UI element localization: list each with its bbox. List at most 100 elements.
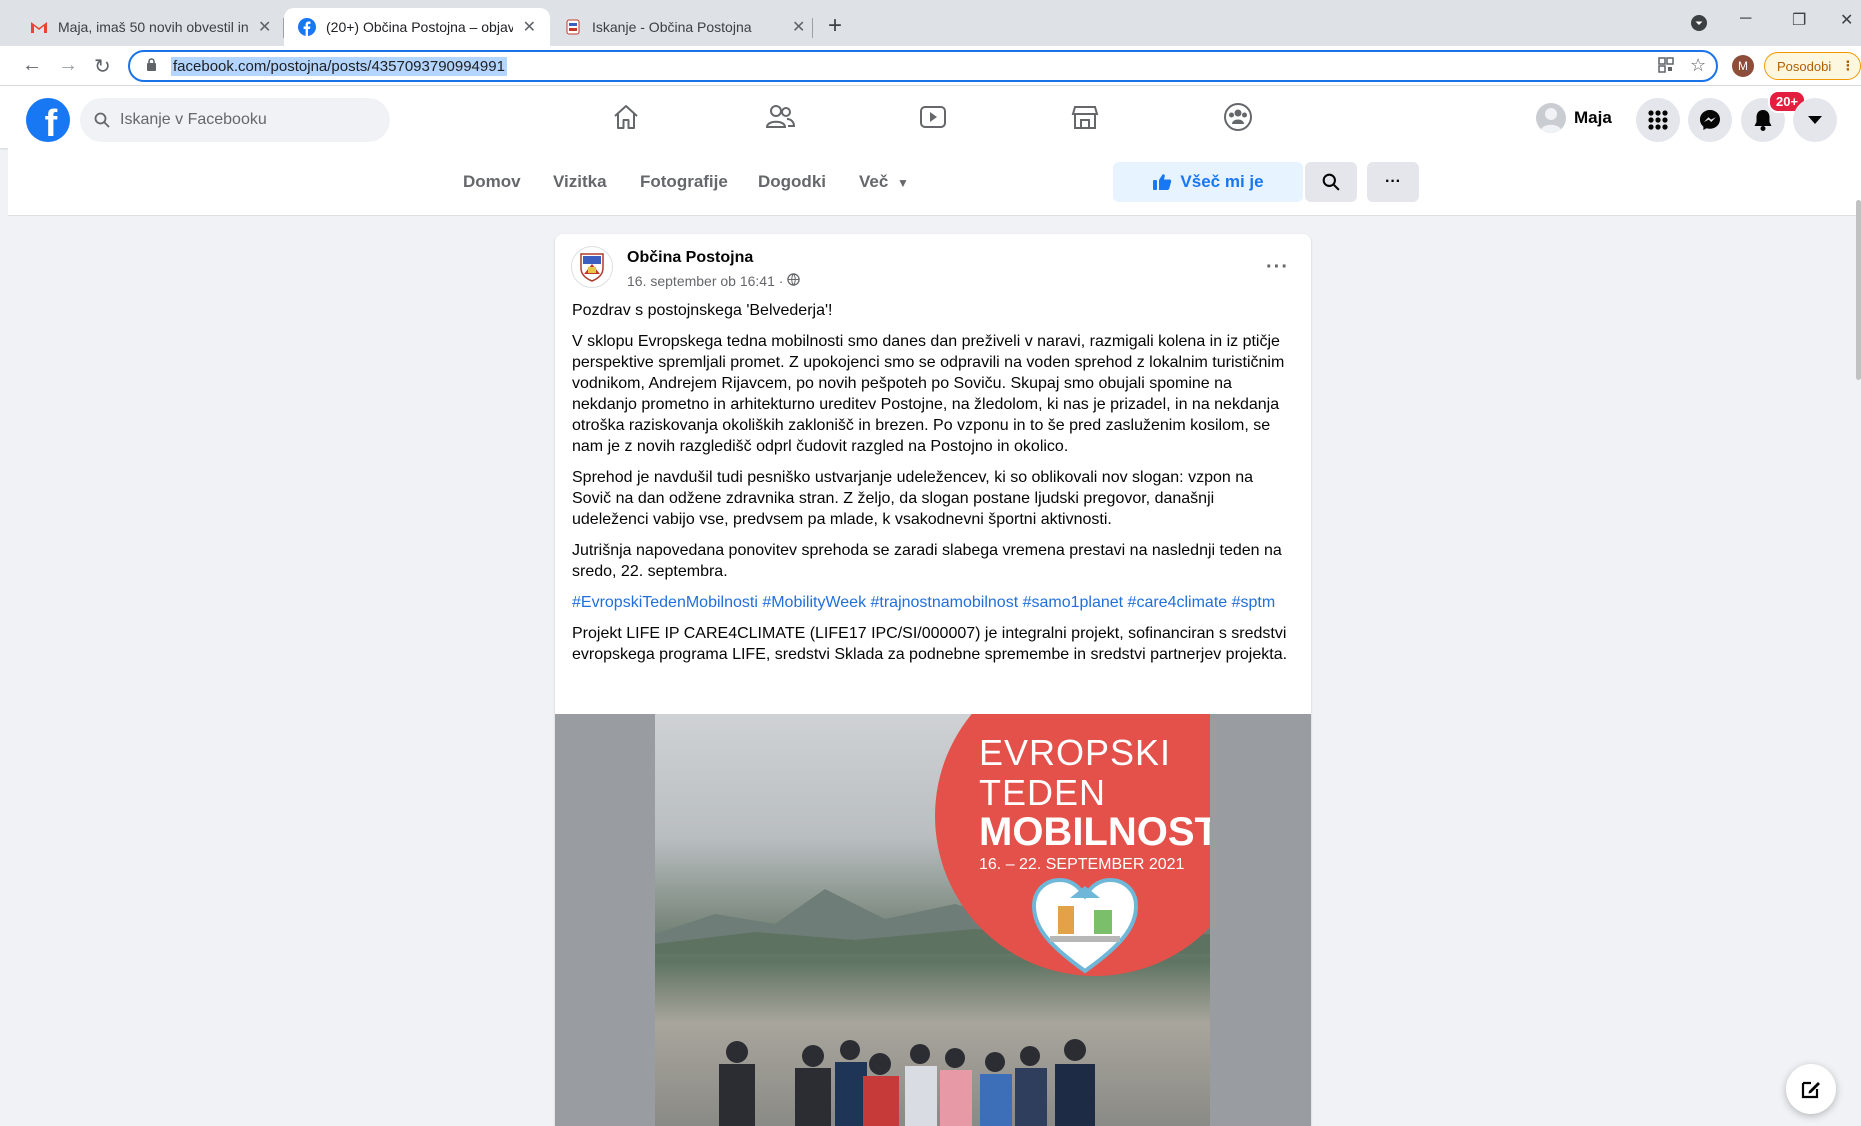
nav-home[interactable] — [609, 100, 643, 134]
browser-tab-facebook[interactable]: (20+) Občina Postojna – objave | ✕ — [284, 8, 550, 46]
page-more-button[interactable]: ··· — [1367, 162, 1419, 202]
post-header: Občina Postojna 16. september ob 16:41 ·… — [571, 246, 1295, 294]
tab-separator — [812, 18, 813, 38]
search-icon — [94, 112, 110, 128]
post-image[interactable]: EVROPSKI TEDEN MOBILNOST 16. – 22. SEPTE… — [555, 714, 1311, 1126]
caret-down-icon — [1808, 116, 1822, 124]
gmail-icon — [30, 18, 48, 36]
tab-dogodki[interactable]: Dogodki — [758, 172, 826, 192]
tab-title: Iskanje - Občina Postojna — [592, 19, 752, 35]
more-dots-icon: ··· — [1385, 173, 1401, 190]
url-field[interactable]: facebook.com/postojna/posts/435709379099… — [128, 50, 1718, 82]
profile-dropdown-icon[interactable] — [1690, 14, 1708, 37]
nav-friends[interactable] — [763, 100, 797, 134]
post-timestamp[interactable]: 16. september ob 16:41 · — [627, 273, 783, 289]
close-window-icon[interactable]: ✕ — [1840, 10, 1853, 30]
post-paragraph: Pozdrav s postojnskega 'Belvederja'! — [572, 302, 833, 319]
thumbs-up-icon — [1153, 174, 1172, 190]
messenger-icon — [1700, 110, 1720, 130]
post-paragraph: Projekt LIFE IP CARE4CLIMATE (LIFE17 IPC… — [572, 625, 1288, 663]
tab-title: Maja, imaš 50 novih obvestil in 1 — [58, 19, 248, 35]
user-avatar — [1536, 103, 1566, 133]
tab-vec-label: Več — [859, 172, 889, 191]
bell-icon — [1754, 110, 1772, 131]
compose-icon — [1801, 1081, 1820, 1099]
friends-icon — [765, 105, 796, 128]
close-icon[interactable]: ✕ — [792, 17, 805, 37]
event-dates: 16. – 22. SEPTEMBER 2021 — [979, 856, 1185, 873]
page-search-button[interactable] — [1305, 162, 1357, 202]
reload-icon[interactable]: ↻ — [94, 54, 111, 79]
profile-chip[interactable]: Maja — [1536, 102, 1612, 134]
search-input[interactable] — [120, 111, 370, 129]
watch-icon — [920, 106, 946, 128]
bookmark-star-icon[interactable]: ☆ — [1690, 55, 1706, 76]
minimize-icon[interactable]: ─ — [1740, 10, 1751, 28]
nav-groups[interactable] — [1221, 100, 1255, 134]
close-icon[interactable]: ✕ — [258, 17, 271, 37]
update-button[interactable]: Posodobi ⋮ — [1764, 52, 1861, 80]
facebook-logo[interactable]: f — [26, 98, 70, 142]
browser-profile-avatar[interactable]: M — [1732, 55, 1754, 77]
browser-tab-search[interactable]: Iskanje - Občina Postojna ✕ — [550, 8, 819, 46]
page-scrollbar[interactable] — [1856, 200, 1861, 380]
url-text: facebook.com/postojna/posts/435709379099… — [171, 56, 507, 76]
post-paragraph: Jutrišnja napovedana ponovitev sprehoda … — [572, 542, 1282, 580]
post-paragraph: Sprehod je navdušil tudi pesniško ustvar… — [572, 469, 1254, 528]
update-label: Posodobi — [1777, 58, 1832, 74]
tab-vizitka[interactable]: Vizitka — [553, 172, 607, 192]
facebook-logo-letter: f — [44, 103, 58, 142]
kebab-menu-icon: ⋮ — [1841, 58, 1855, 73]
browser-tab-gmail[interactable]: Maja, imaš 50 novih obvestil in 1 ✕ — [16, 8, 285, 46]
nav-marketplace[interactable] — [1068, 100, 1102, 134]
event-title-line3: MOBILNOST — [979, 810, 1210, 854]
post-paragraph: V sklopu Evropskega tedna mobilnosti smo… — [572, 333, 1285, 455]
browser-tab-strip: Maja, imaš 50 novih obvestil in 1 ✕ (20+… — [0, 0, 1861, 46]
post-photo: EVROPSKI TEDEN MOBILNOST 16. – 22. SEPTE… — [655, 714, 1210, 1126]
post-author[interactable]: Občina Postojna — [627, 249, 753, 267]
account-menu-button[interactable] — [1793, 98, 1837, 142]
search-icon — [1322, 173, 1340, 191]
heart-icon — [1031, 877, 1139, 974]
event-title-line2: TEDEN — [979, 772, 1107, 813]
restore-icon[interactable]: ❐ — [1792, 10, 1806, 30]
groups-icon — [1224, 103, 1252, 131]
tab-domov[interactable]: Domov — [463, 172, 521, 192]
post-hashtags[interactable]: #EvropskiTedenMobilnosti #MobilityWeek #… — [572, 592, 1294, 613]
back-arrow-icon[interactable]: ← — [22, 54, 42, 77]
messenger-button[interactable] — [1688, 98, 1732, 142]
post-options-button[interactable]: ··· — [1266, 256, 1289, 279]
coat-of-arms-icon — [580, 253, 604, 282]
like-page-button[interactable]: Všeč mi je — [1113, 162, 1303, 202]
facebook-search[interactable] — [80, 98, 390, 142]
page-avatar[interactable] — [571, 246, 613, 288]
like-label: Všeč mi je — [1180, 172, 1264, 191]
new-tab-button[interactable]: + — [828, 12, 842, 40]
tab-fotografije[interactable]: Fotografije — [640, 172, 728, 192]
lock-icon — [146, 58, 157, 74]
post-meta: 16. september ob 16:41 · — [627, 273, 801, 289]
nav-watch[interactable] — [916, 100, 950, 134]
post-text: Pozdrav s postojnskega 'Belvederja'! V s… — [572, 300, 1294, 675]
caret-down-icon: ▼ — [897, 176, 909, 190]
grid-menu-icon — [1648, 110, 1668, 130]
new-message-button[interactable] — [1786, 1064, 1836, 1114]
address-bar-row: ← → ↻ facebook.com/postojna/posts/435709… — [0, 46, 1861, 86]
marketplace-icon — [1071, 106, 1099, 129]
home-icon — [614, 105, 638, 129]
group-photo-people — [719, 1039, 1095, 1126]
tab-title: (20+) Občina Postojna – objave | — [326, 19, 513, 35]
globe-icon — [787, 273, 801, 289]
qr-code-icon[interactable] — [1658, 57, 1674, 78]
menu-button[interactable] — [1636, 98, 1680, 142]
close-icon[interactable]: ✕ — [523, 17, 536, 37]
forward-arrow-icon[interactable]: → — [58, 54, 78, 77]
event-title-line1: EVROPSKI — [979, 732, 1172, 773]
facebook-header: f Maja 20+ — [0, 86, 1861, 148]
tab-vec[interactable]: Več ▼ — [859, 172, 909, 192]
facebook-icon — [298, 18, 316, 36]
user-name: Maja — [1574, 108, 1612, 127]
site-icon — [564, 18, 582, 36]
post-card: Občina Postojna 16. september ob 16:41 ·… — [555, 234, 1311, 1126]
page-tabs-bar: Domov Vizitka Fotografije Dogodki Več ▼ … — [8, 148, 1861, 216]
